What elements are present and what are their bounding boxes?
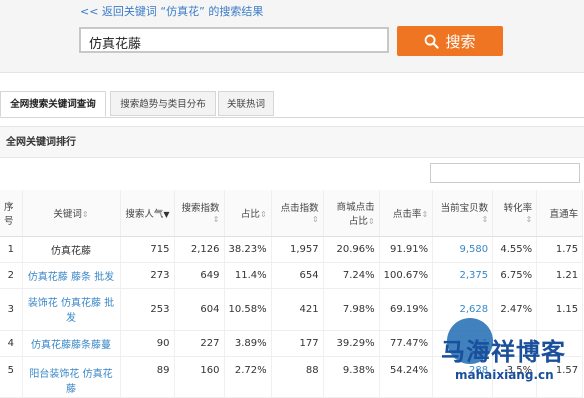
row-popularity: 253 bbox=[120, 288, 175, 331]
row-search-index: 160 bbox=[174, 356, 225, 398]
col-header-ratio[interactable]: 占比⇕ bbox=[224, 190, 272, 237]
search-button-label: 搜索 bbox=[445, 32, 476, 51]
row-ctr: 54.24% bbox=[379, 356, 434, 398]
row-ratio: 3.89% bbox=[224, 330, 272, 357]
col-header-conversion[interactable]: 转化率⇕ bbox=[492, 190, 538, 237]
row-ztc: 1.75 bbox=[536, 236, 584, 263]
row-ctr: 91.91% bbox=[379, 236, 434, 263]
row-index: 4 bbox=[0, 330, 23, 357]
col-header-ctr[interactable]: 点击率⇕ bbox=[379, 190, 434, 237]
search-button[interactable]: 搜索 bbox=[397, 26, 503, 56]
table-row: 1 仿真花藤 715 2,126 38.23% 1,957 20.96% 91.… bbox=[0, 236, 584, 263]
row-ratio: 10.58% bbox=[224, 288, 272, 331]
row-conversion: 6.75% bbox=[492, 262, 538, 289]
row-items-link[interactable]: 2,375 bbox=[432, 262, 494, 289]
back-to-results-link[interactable]: << 返回关键词 “仿真花” 的搜索结果 bbox=[80, 3, 263, 19]
row-click-index: 421 bbox=[271, 288, 324, 331]
row-index: 1 bbox=[0, 236, 23, 263]
tab-keyword-query[interactable]: 全网搜索关键词查询 bbox=[0, 91, 106, 117]
row-click-index: 177 bbox=[271, 330, 324, 357]
row-mall-click: 9.38% bbox=[323, 356, 380, 398]
row-keyword[interactable]: 阳台装饰花 仿真花藤 bbox=[22, 356, 121, 398]
row-click-index: 88 bbox=[271, 356, 324, 398]
row-ztc: 1.21 bbox=[536, 262, 584, 289]
row-ctr: 77.47% bbox=[379, 330, 434, 357]
search-input[interactable]: 仿真花藤 bbox=[79, 27, 389, 53]
section-title: 全网关键词排行 bbox=[0, 126, 584, 158]
row-keyword[interactable]: 仿真花藤藤条藤蔓 bbox=[22, 330, 121, 357]
col-header-mall-click[interactable]: 商城点击占比⇕ bbox=[323, 190, 380, 237]
row-ratio: 2.72% bbox=[224, 356, 272, 398]
col-header-index: 序号 bbox=[0, 190, 23, 237]
row-popularity: 273 bbox=[120, 262, 175, 289]
row-keyword[interactable]: 仿真花藤 bbox=[22, 236, 121, 263]
row-search-index: 2,126 bbox=[174, 236, 225, 263]
col-header-ztc[interactable]: 直通车 bbox=[536, 190, 584, 237]
row-search-index: 604 bbox=[174, 288, 225, 331]
tab-bar: 全网搜索关键词查询 搜索趋势与类目分布 关联热词 bbox=[0, 91, 584, 118]
row-index: 3 bbox=[0, 288, 23, 331]
row-ratio: 38.23% bbox=[224, 236, 272, 263]
watermark: 马海祥博客 mahaixiang.cn bbox=[437, 310, 584, 396]
row-popularity: 90 bbox=[120, 330, 175, 357]
row-mall-click: 39.29% bbox=[323, 330, 380, 357]
row-index: 5 bbox=[0, 356, 23, 398]
row-mall-click: 7.24% bbox=[323, 262, 380, 289]
row-click-index: 654 bbox=[271, 262, 324, 289]
row-ctr: 100.67% bbox=[379, 262, 434, 289]
row-keyword[interactable]: 装饰花 仿真花藤 批发 bbox=[22, 288, 121, 331]
search-icon bbox=[425, 34, 440, 49]
table-row: 2 仿真花藤 藤条 批发 273 649 11.4% 654 7.24% 100… bbox=[0, 262, 584, 289]
watermark-text: 马海祥博客 bbox=[441, 338, 566, 366]
row-conversion: 4.55% bbox=[492, 236, 538, 263]
row-popularity: 89 bbox=[120, 356, 175, 398]
top-search-bar: << 返回关键词 “仿真花” 的搜索结果 仿真花藤 搜索 bbox=[0, 0, 584, 73]
col-header-popularity[interactable]: 搜索人气▼ bbox=[120, 190, 175, 237]
row-search-index: 649 bbox=[174, 262, 225, 289]
watermark-url: mahaixiang.cn bbox=[455, 368, 554, 382]
row-keyword[interactable]: 仿真花藤 藤条 批发 bbox=[22, 262, 121, 289]
row-mall-click: 7.98% bbox=[323, 288, 380, 331]
table-header-row: 序号 关键词⇕ 搜索人气▼ 搜索指数⇕ 占比⇕ 点击指数⇕ 商城点击占比⇕ 点击… bbox=[0, 190, 584, 237]
row-index: 2 bbox=[0, 262, 23, 289]
row-ratio: 11.4% bbox=[224, 262, 272, 289]
row-search-index: 227 bbox=[174, 330, 225, 357]
col-header-click-index[interactable]: 点击指数⇕ bbox=[271, 190, 324, 237]
col-header-search-index[interactable]: 搜索指数⇕ bbox=[174, 190, 225, 237]
row-items-link[interactable]: 9,580 bbox=[432, 236, 494, 263]
row-click-index: 1,957 bbox=[271, 236, 324, 263]
row-popularity: 715 bbox=[120, 236, 175, 263]
row-mall-click: 20.96% bbox=[323, 236, 380, 263]
sort-desc-icon: ▼ bbox=[163, 209, 170, 219]
col-header-items[interactable]: 当前宝贝数⇕ bbox=[432, 190, 494, 237]
col-header-keyword[interactable]: 关键词⇕ bbox=[22, 190, 121, 237]
tab-related-words[interactable]: 关联热词 bbox=[218, 91, 274, 116]
tab-trend-category[interactable]: 搜索趋势与类目分布 bbox=[110, 91, 216, 116]
row-ctr: 69.19% bbox=[379, 288, 434, 331]
filter-input[interactable] bbox=[430, 163, 580, 183]
